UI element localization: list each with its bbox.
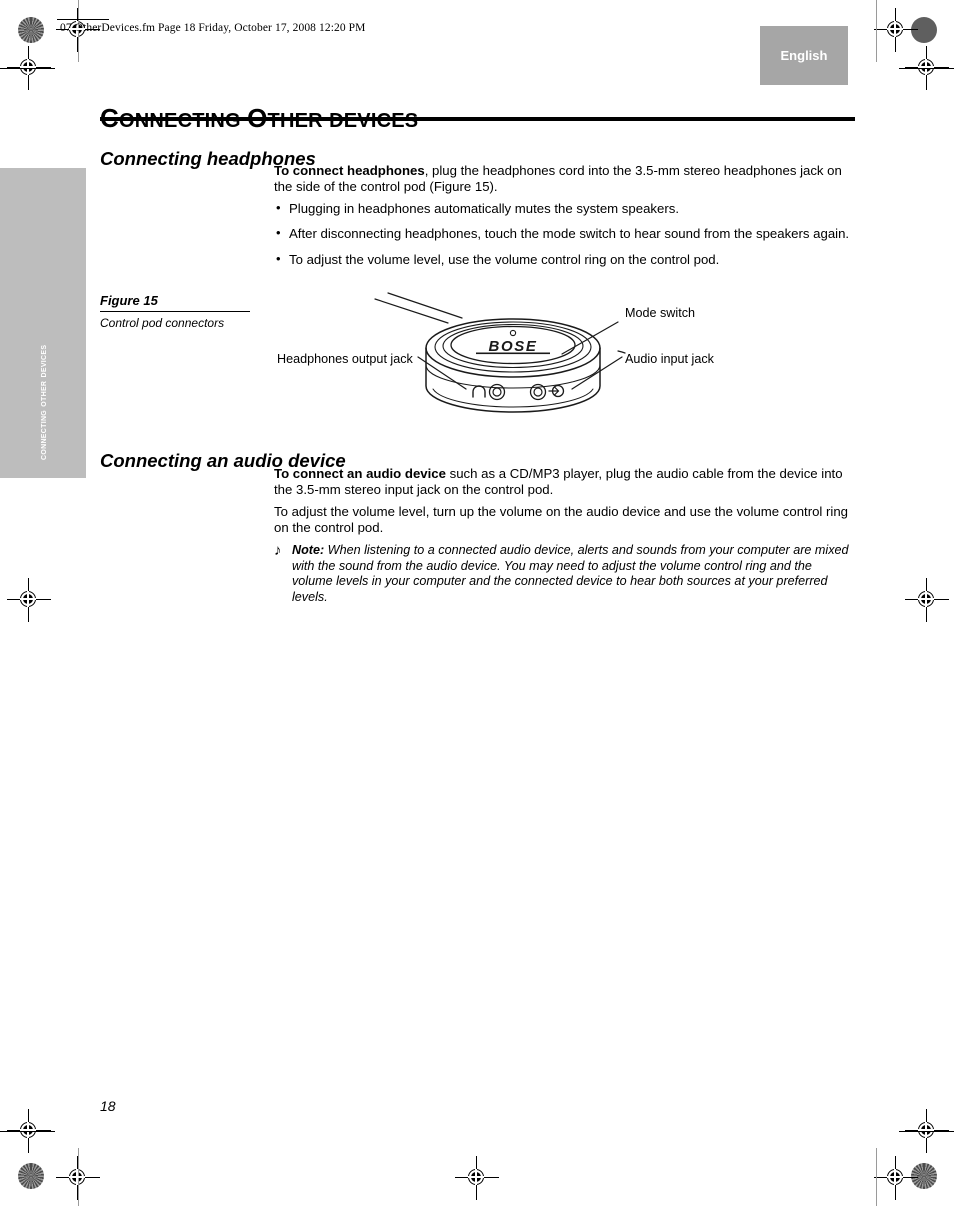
halftone-registration-dot-bottom-left [18,1163,44,1189]
headphones-bullet-list: Plugging in headphones automatically mut… [274,200,854,268]
audio-device-intro-lead-in: To connect an audio device [274,466,446,481]
trim-line-right [876,0,877,62]
note-text: When listening to a connected audio devi… [292,543,849,604]
crop-line-bottom-left [0,1131,55,1132]
chapter-side-tab-label: Connecting Other devices [0,168,86,478]
svg-text:BOSE: BOSE [489,338,538,355]
figure-rule [100,311,250,312]
registration-crosshair-mid-right [905,578,949,622]
list-item: Plugging in headphones automatically mut… [274,200,854,217]
header-rule [57,19,109,20]
figure-number: Figure 15 [100,293,158,308]
headphones-bullet-container: Plugging in headphones automatically mut… [274,200,854,277]
control-pod-illustration: BOSE [270,285,740,420]
audio-device-paragraph-2: To adjust the volume level, turn up the … [274,504,854,546]
headphones-intro-lead-in: To connect headphones [274,163,425,178]
note-label: Note: [292,543,325,557]
halftone-registration-dot-top-left [18,17,44,43]
bullet-text-1: Plugging in headphones automatically mut… [289,201,679,216]
registration-crosshair-bottom-right [874,1156,918,1200]
figure-caption: Control pod connectors [100,316,225,330]
page-number: 18 [100,1098,116,1114]
language-tab-label: English [780,48,828,63]
list-item: After disconnecting headphones, touch th… [274,225,854,242]
title-underline-rule [100,117,855,121]
bullet-text-3: To adjust the volume level, use the volu… [289,251,720,267]
crop-line-top-left [0,68,55,69]
chapter-side-tab: Connecting Other devices [0,168,86,478]
note-block: ♪ Note: When listening to a connected au… [274,543,856,605]
registration-crosshair-mid-left [7,578,51,622]
audio-device-paragraph-2-text: To adjust the volume level, turn up the … [274,504,849,536]
headphones-intro-paragraph: To connect headphones, plug the headphon… [274,163,854,205]
audio-device-intro-paragraph: To connect an audio device such as a CD/… [274,466,854,508]
registration-crosshair-bottom-center [455,1156,499,1200]
language-tab: English [760,26,848,85]
crop-line-top-right [899,68,954,69]
trim-line-bottom-right [876,1148,877,1206]
file-header-text: 07.OtherDevices.fm Page 18 Friday, Octob… [60,22,366,34]
control-pod-svg: BOSE [374,292,626,413]
music-note-icon: ♪ [274,542,282,559]
crop-line-bottom-right [899,1131,954,1132]
list-item: To adjust the volume level, use the volu… [274,251,854,268]
bose-wordmark: BOSE [476,338,550,355]
side-tab-text: Connecting Other devices [37,344,49,460]
document-page: 07.OtherDevices.fm Page 18 Friday, Octob… [0,0,954,1206]
bullet-text-2: After disconnecting headphones, touch th… [289,226,850,242]
